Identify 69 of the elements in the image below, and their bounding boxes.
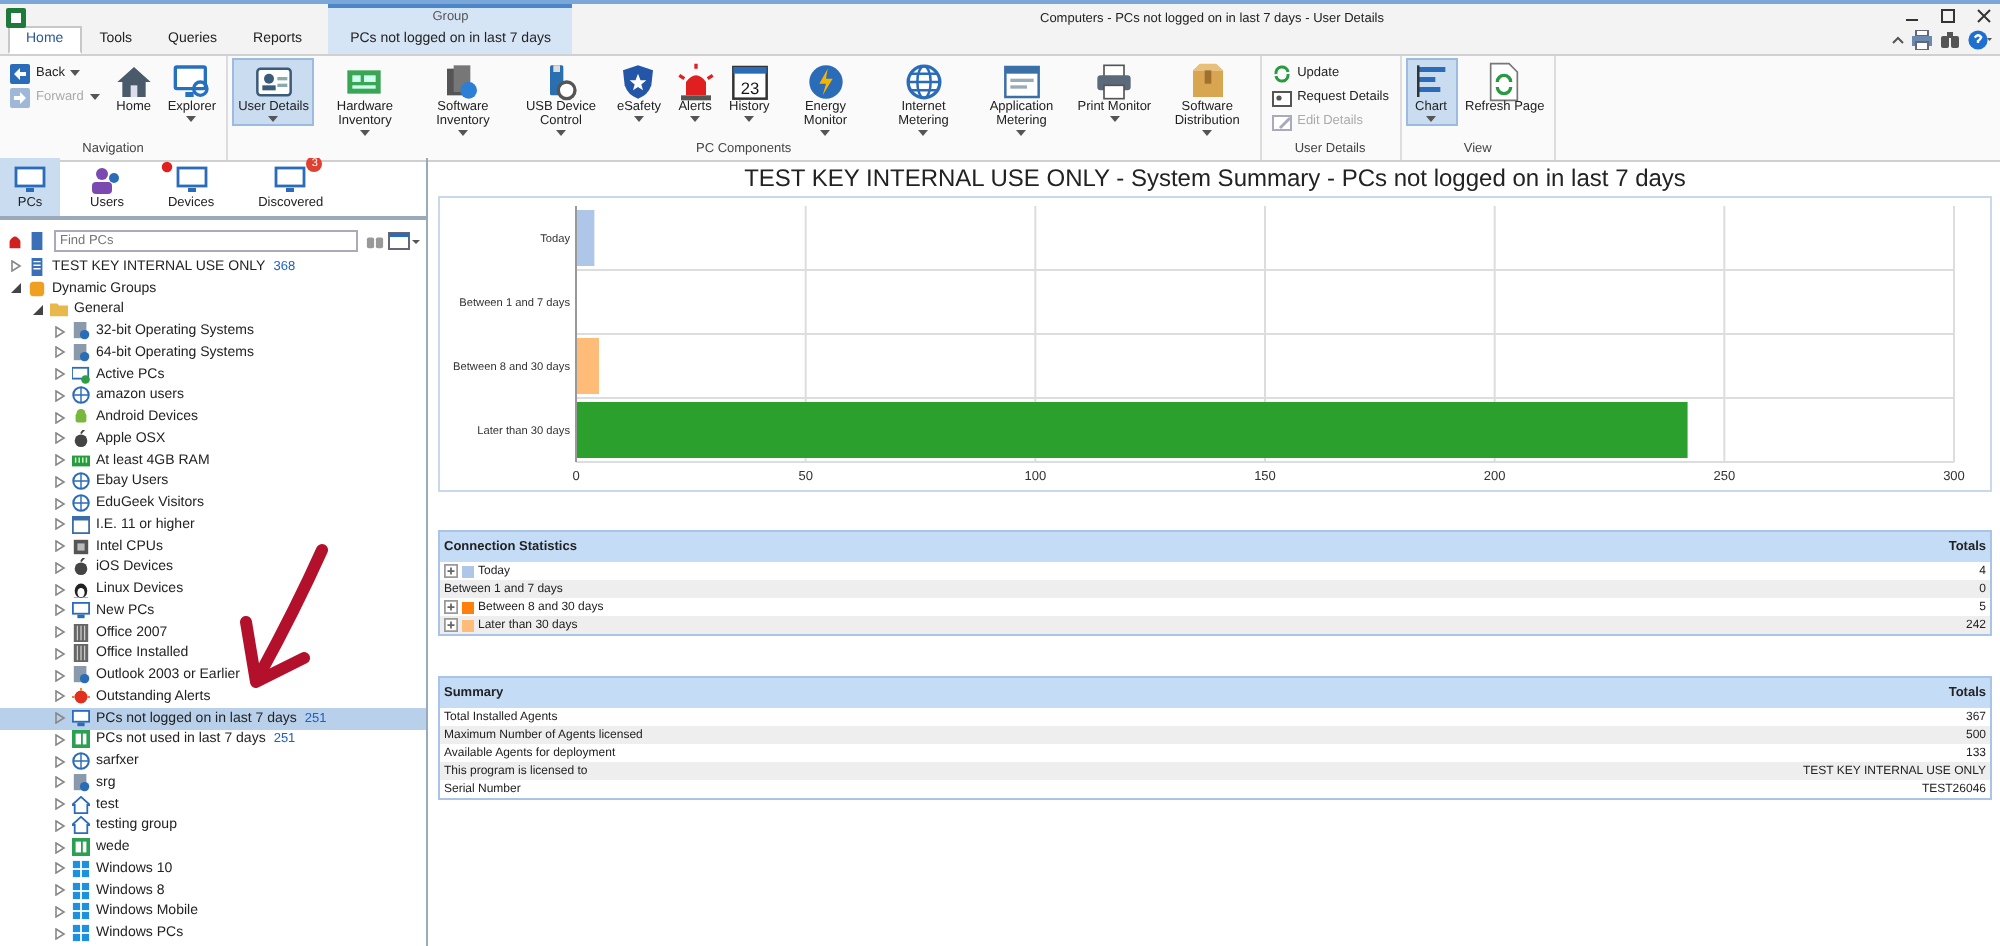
office-icon xyxy=(72,644,90,663)
forward-arrow-icon xyxy=(10,87,30,107)
software-boxes-icon xyxy=(442,62,483,102)
globe-icon xyxy=(903,62,944,102)
item-count: 368 xyxy=(273,259,296,274)
monitor-search-icon xyxy=(171,62,212,102)
server-icon xyxy=(28,257,46,276)
app-icon[interactable] xyxy=(6,8,26,28)
collapse-ribbon-icon[interactable] xyxy=(1892,36,1904,44)
expand-plus-icon[interactable] xyxy=(444,618,458,632)
database-icon xyxy=(28,279,46,298)
android-icon xyxy=(72,408,90,427)
apple-icon xyxy=(72,558,90,577)
gear-page-icon xyxy=(72,773,90,792)
help-icon[interactable] xyxy=(1968,30,1992,50)
gear-page-icon xyxy=(72,343,90,362)
chart-bar xyxy=(576,338,599,394)
house-icon xyxy=(113,62,154,102)
windows-logo-icon xyxy=(72,881,90,900)
windows-logo-icon xyxy=(72,924,90,943)
bar-chart-icon xyxy=(1411,62,1451,102)
monitor-icon xyxy=(72,709,90,728)
close-icon[interactable] xyxy=(1976,8,1992,24)
monitor-check-icon xyxy=(72,365,90,384)
report-icon xyxy=(72,838,90,857)
gear-page-icon xyxy=(72,322,90,341)
binoculars-icon[interactable] xyxy=(1940,30,1960,50)
window-icon xyxy=(72,515,90,534)
printer-icon xyxy=(1094,62,1135,102)
windows-logo-icon xyxy=(72,902,90,921)
printer-icon[interactable] xyxy=(1912,30,1932,50)
report-title: TEST KEY INTERNAL USE ONLY - System Summary - PCs not logged on in last 7 days xyxy=(742,164,1688,196)
globe-icon xyxy=(72,752,90,771)
monitor-icon xyxy=(175,165,208,193)
maximize-icon[interactable] xyxy=(1940,8,1956,24)
folder-icon xyxy=(50,300,68,319)
report-icon xyxy=(72,730,90,749)
users-icon xyxy=(90,165,123,193)
binoculars-icon[interactable] xyxy=(366,232,384,250)
calendar-icon: 23 xyxy=(729,62,770,102)
memory-chip-icon xyxy=(72,451,90,470)
apple-icon xyxy=(72,429,90,448)
view-options-icon[interactable] xyxy=(388,231,420,251)
monitor-icon xyxy=(274,165,307,193)
refresh-icon xyxy=(1271,63,1292,83)
expand-plus-icon[interactable] xyxy=(444,600,458,614)
globe-icon xyxy=(72,472,90,491)
application-window-icon xyxy=(1001,62,1042,102)
item-count: 251 xyxy=(304,711,327,726)
item-count: 251 xyxy=(273,732,296,747)
office-icon xyxy=(72,623,90,642)
windows-logo-icon xyxy=(72,859,90,878)
id-card-icon xyxy=(253,62,294,102)
package-icon xyxy=(1187,62,1228,102)
penguin-icon xyxy=(72,580,90,599)
globe-icon xyxy=(72,386,90,405)
gear-page-icon xyxy=(72,666,90,685)
shield-star-icon xyxy=(618,62,659,102)
expand-arrow-icon[interactable] xyxy=(10,260,22,273)
expand-plus-icon[interactable] xyxy=(444,564,458,578)
globe-icon xyxy=(72,494,90,513)
monitor-icon xyxy=(14,165,46,193)
lightning-icon xyxy=(805,62,846,102)
server-icon[interactable] xyxy=(28,232,46,250)
edit-icon xyxy=(1271,111,1292,131)
request-icon xyxy=(1271,87,1292,107)
back-arrow-icon xyxy=(10,63,30,83)
chip-icon xyxy=(72,537,90,556)
monitor-icon xyxy=(72,601,90,620)
